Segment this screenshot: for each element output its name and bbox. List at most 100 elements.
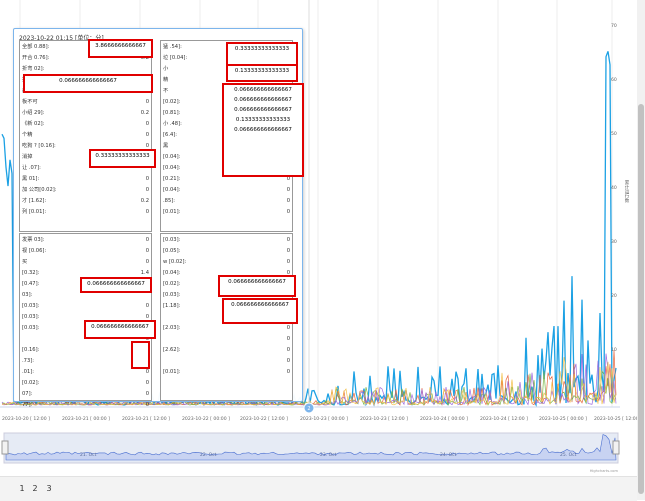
navigator-handle-left[interactable] bbox=[1, 440, 9, 455]
tooltip-row-value: 0 bbox=[145, 402, 149, 408]
highlight-value: 0.066666666666667 bbox=[234, 107, 292, 113]
highlight-box: 0.066666666666667 bbox=[218, 275, 296, 297]
tooltip-row-label: 个精 bbox=[22, 132, 33, 138]
highlight-value: 0.066666666666667 bbox=[234, 87, 292, 93]
tooltip-row: 加 公司[0.02]: 0 bbox=[22, 186, 149, 194]
tooltip-row-label: [1.18]: bbox=[163, 303, 181, 309]
navigator-handle-right[interactable] bbox=[612, 440, 620, 455]
y-tick-label: 20 bbox=[611, 294, 617, 299]
tooltip-row-value: 0 bbox=[145, 132, 149, 138]
tooltip-row-label: [0.47]: bbox=[22, 281, 40, 287]
tooltip-row-label: [0.04]: bbox=[163, 270, 181, 276]
page-1-link[interactable]: 1 bbox=[15, 482, 29, 496]
tooltip-row-label: 发票 03]: bbox=[22, 237, 45, 243]
tooltip-row-label: 小绍 29]: bbox=[22, 110, 45, 116]
x-tick-label: 2023-10-20 [ 12:00 ] bbox=[2, 417, 50, 422]
tooltip-row-label: [0.32]: bbox=[22, 270, 40, 276]
tooltip-row-value: 0 bbox=[145, 99, 149, 105]
page-3-link[interactable]: 3 bbox=[42, 482, 56, 496]
tooltip-row-label: [0.04]: bbox=[163, 165, 181, 171]
tooltip-row-value: 0.2 bbox=[140, 110, 149, 116]
tooltip-row: 买 0 bbox=[22, 258, 149, 266]
y-tick-label: 50 bbox=[611, 132, 617, 137]
highlight-value: 0.066666666666667 bbox=[59, 78, 117, 84]
tooltip-row-label: [0.03]: bbox=[22, 303, 40, 309]
highlight-value: 0.13333333333333 bbox=[235, 117, 291, 123]
y-tick-label: 10 bbox=[611, 348, 617, 353]
tooltip-row-value: 0 bbox=[286, 369, 290, 375]
tooltip-row-label: 让 .07]: bbox=[22, 165, 41, 171]
highlight-value: 0.066666666666667 bbox=[234, 127, 292, 133]
tooltip-row: 发票 03]: 0 bbox=[22, 236, 149, 244]
tooltip-row: 才 [1.62]: 0.2 bbox=[22, 197, 149, 205]
x-tick-label: 2023-10-22 [ 00:00 ] bbox=[182, 417, 230, 422]
tooltip-row-label: 小 bbox=[163, 66, 169, 72]
tooltip-row-value: 0 bbox=[286, 187, 290, 193]
page-2-link[interactable]: 2 bbox=[28, 482, 42, 496]
highlight-value: 0.066666666666667 bbox=[87, 281, 145, 287]
tooltip-row-value: 0 bbox=[286, 336, 290, 342]
tooltip-row-label: 黑 01]: bbox=[22, 176, 40, 182]
tooltip-row-label: [0.02]: bbox=[163, 281, 181, 287]
tooltip-row-value: 0 bbox=[145, 303, 149, 309]
tooltip-row: [2.03]: 0 bbox=[163, 324, 290, 332]
highlight-value: 0.066666666666667 bbox=[234, 97, 292, 103]
tooltip-row-label: [2.62]: bbox=[163, 347, 181, 353]
highlight-box: 0.066666666666667 bbox=[222, 298, 298, 324]
vertical-scrollbar[interactable] bbox=[637, 0, 645, 500]
tooltip-row-value: 0 bbox=[145, 176, 149, 182]
highlight-box bbox=[131, 341, 150, 369]
x-tick-label: 2023-10-24 [ 00:00 ] bbox=[420, 417, 468, 422]
tooltip-row-value: 1.4 bbox=[140, 270, 149, 276]
tooltip-table-1: 全部 0.88]:开合 0.76]:0.2折弯 02]:拒绝 0.02]:疯狂 … bbox=[19, 40, 152, 232]
tooltip-row-label: [0.21]: bbox=[163, 176, 181, 182]
tooltip-row-label: 77]: bbox=[22, 402, 33, 408]
scrollbar-thumb[interactable] bbox=[638, 104, 644, 494]
tooltip-row-label: 07]: bbox=[22, 391, 33, 397]
highlight-box: 3.8666666666667 bbox=[88, 39, 153, 58]
highlight-value: 0.066666666666667 bbox=[231, 302, 289, 308]
tooltip-row-label: 黑 bbox=[163, 143, 169, 149]
tooltip-row-label: 垃 [0.04]: bbox=[163, 55, 188, 61]
tooltip-row-label: [0.03]: bbox=[163, 237, 181, 243]
tooltip-row-value: 0 bbox=[145, 187, 149, 193]
tooltip-row: 0 bbox=[163, 357, 290, 365]
tooltip-row-label: 开合 0.76]: bbox=[22, 55, 50, 61]
highlight-box: 0.33333333333333 bbox=[89, 149, 156, 168]
highlight-value: 3.8666666666667 bbox=[95, 43, 146, 49]
tooltip-row-label: 买 bbox=[22, 259, 28, 265]
tooltip-row: [0.01]: 0 bbox=[163, 208, 290, 216]
credits[interactable]: Highcharts.com bbox=[590, 469, 618, 473]
x-tick-label: 2023-10-23 [ 00:00 ] bbox=[300, 417, 348, 422]
tooltip-row-label: [0.16]: bbox=[22, 347, 40, 353]
tooltip-row: 列 [0.01]: 0 bbox=[22, 208, 149, 216]
tooltip-row-label: [0.03]: bbox=[22, 325, 40, 331]
x-tick-label: 2023-10-25 [ 12:00 ] bbox=[594, 417, 642, 422]
highlight-box: 0.066666666666667 bbox=[23, 74, 153, 93]
tooltip-row: [2.62]: 0 bbox=[163, 346, 290, 354]
x-tick-label: 2023-10-23 [ 12:00 ] bbox=[360, 417, 408, 422]
tooltip-row-value: 0 bbox=[286, 259, 290, 265]
tooltip-row-label: w [0.02]: bbox=[163, 259, 187, 265]
x-tick-label: 2023-10-22 [ 12:00 ] bbox=[240, 417, 288, 422]
pagination: 1 2 3 bbox=[0, 476, 637, 501]
tooltip-row-label: [0.03]: bbox=[163, 292, 181, 298]
highlight-box: 0.066666666666667 0.066666666666667 0.0666… bbox=[222, 83, 304, 177]
tooltip-row: [0.02]: 0 bbox=[22, 379, 149, 387]
tooltip-table-3: 发票 03]: 0 视 [0.06]: 0 买 0 [0.32]: 1.4 [0.47]: 03… bbox=[19, 233, 152, 408]
tooltip-row: 板不可 0 bbox=[22, 98, 149, 106]
highlight-box: 0.066666666666667 bbox=[84, 320, 156, 339]
tooltip-row-value: 0 bbox=[286, 347, 290, 353]
tooltip-row-label: [0.03]: bbox=[22, 314, 40, 320]
tooltip-row-label: [0.04]: bbox=[163, 154, 181, 160]
highlight-value: 0.066666666666667 bbox=[91, 324, 149, 330]
x-tick-label: 2023-10-21 [ 12:00 ] bbox=[122, 417, 170, 422]
tooltip-row: 折弯 02]: bbox=[22, 65, 149, 73]
tooltip-row: .85]: 0 bbox=[163, 197, 290, 205]
tooltip-row: [0.16]:0.2 bbox=[22, 346, 149, 354]
tooltip-row: [0.01]: 0 bbox=[163, 368, 290, 376]
tooltip-row-label: .85]: bbox=[163, 198, 176, 204]
tooltip-row: [0.04]: 0 bbox=[163, 186, 290, 194]
tooltip-row-label: [0.01]: bbox=[163, 209, 181, 215]
tooltip-row-value: 0 bbox=[286, 237, 290, 243]
